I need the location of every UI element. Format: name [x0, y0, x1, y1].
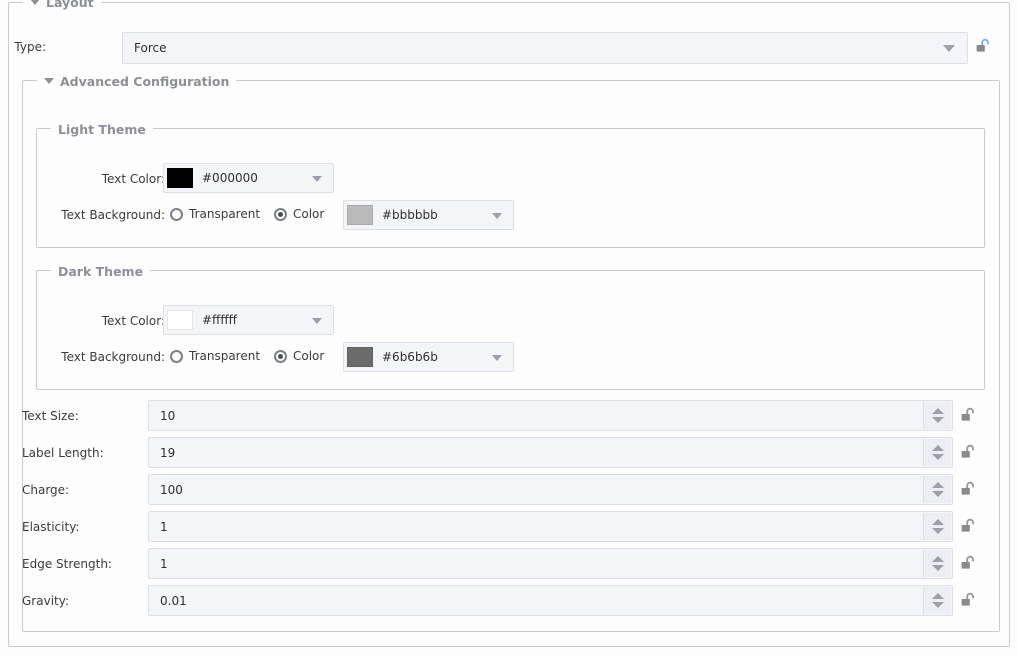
light-bg-transparent-radio[interactable]: Transparent	[170, 207, 260, 221]
dark-text-background-color-select[interactable]: #6b6b6b	[343, 342, 514, 372]
radio-unselected-icon	[170, 207, 183, 221]
charge-value: 100	[160, 482, 183, 497]
chevron-down-icon	[30, 0, 40, 5]
light-text-background-swatch	[347, 205, 373, 225]
layout-settings-panel: Layout Type: Force Advanced Configuratio…	[0, 0, 1018, 655]
light-theme-legend: Light Theme	[51, 121, 153, 137]
edge-strength-label: Edge Strength:	[22, 557, 112, 571]
spinner-up-down-icon[interactable]	[923, 550, 951, 577]
spinner-up-down-icon[interactable]	[923, 476, 951, 503]
spinner-up-icon[interactable]	[931, 519, 944, 525]
dark-theme-legend-label: Dark Theme	[58, 263, 144, 279]
chevron-down-icon[interactable]	[312, 176, 322, 182]
text-size-value: 10	[160, 408, 176, 423]
dark-bg-color-radio[interactable]: Color	[274, 349, 324, 363]
light-text-color-label: Text Color:	[101, 172, 165, 186]
elasticity-value: 1	[160, 519, 168, 534]
light-bg-transparent-label: Transparent	[189, 207, 261, 221]
spinner-down-icon[interactable]	[931, 417, 944, 423]
text-size-lock-toggle[interactable]	[959, 406, 977, 424]
spinner-up-down-icon[interactable]	[923, 587, 951, 614]
edge-strength-lock-toggle[interactable]	[959, 554, 977, 572]
spinner-up-icon[interactable]	[931, 482, 944, 488]
gravity-lock-toggle[interactable]	[959, 591, 977, 609]
text-size-label: Text Size:	[22, 409, 79, 423]
advanced-configuration-legend[interactable]: Advanced Configuration	[37, 73, 237, 89]
light-text-background-value: #bbbbbb	[382, 208, 438, 222]
elasticity-lock-toggle[interactable]	[959, 517, 977, 535]
dark-bg-transparent-radio[interactable]: Transparent	[170, 349, 260, 363]
edge-strength-value: 1	[160, 556, 168, 571]
dark-text-color-swatch	[167, 310, 193, 330]
charge-input[interactable]: 100	[148, 474, 953, 505]
dark-theme-legend: Dark Theme	[51, 263, 151, 279]
type-lock-toggle[interactable]	[974, 37, 992, 55]
light-bg-color-radio[interactable]: Color	[274, 207, 324, 221]
spinner-down-icon[interactable]	[931, 602, 944, 608]
gravity-label: Gravity:	[22, 594, 69, 608]
elasticity-label: Elasticity:	[22, 520, 80, 534]
light-theme-legend-label: Light Theme	[58, 121, 146, 137]
spinner-up-icon[interactable]	[931, 556, 944, 562]
edge-strength-input[interactable]: 1	[148, 548, 953, 579]
light-text-color-swatch	[167, 168, 193, 188]
label-length-lock-toggle[interactable]	[959, 443, 977, 461]
spinner-up-icon[interactable]	[931, 408, 944, 414]
spinner-down-icon[interactable]	[931, 491, 944, 497]
layout-group-legend-label: Layout	[46, 0, 94, 10]
chevron-down-icon	[44, 78, 54, 84]
spinner-up-down-icon[interactable]	[923, 439, 951, 466]
dark-text-color-label: Text Color:	[101, 314, 165, 328]
dark-text-color-value: #ffffff	[202, 313, 237, 327]
dark-text-background-swatch	[347, 347, 373, 367]
chevron-down-icon[interactable]	[943, 45, 955, 52]
label-length-label: Label Length:	[22, 446, 104, 460]
type-select[interactable]: Force	[122, 32, 968, 64]
advanced-configuration-legend-label: Advanced Configuration	[60, 73, 230, 89]
elasticity-input[interactable]: 1	[148, 511, 953, 542]
light-text-background-color-select[interactable]: #bbbbbb	[343, 200, 514, 230]
spinner-up-down-icon[interactable]	[923, 402, 951, 429]
label-length-value: 19	[160, 445, 176, 460]
chevron-down-icon[interactable]	[312, 318, 322, 324]
spinner-down-icon[interactable]	[931, 454, 944, 460]
radio-selected-icon	[274, 207, 287, 221]
radio-unselected-icon	[170, 349, 183, 363]
light-text-background-label: Text Background:	[61, 208, 165, 222]
gravity-input[interactable]: 0.01	[148, 585, 953, 616]
type-select-value: Force	[134, 41, 167, 55]
text-size-input[interactable]: 10	[148, 400, 953, 431]
spinner-up-down-icon[interactable]	[923, 513, 951, 540]
gravity-value: 0.01	[160, 593, 187, 608]
light-text-color-value: #000000	[202, 171, 258, 185]
type-label: Type:	[14, 40, 46, 54]
spinner-up-icon[interactable]	[931, 593, 944, 599]
light-bg-color-label: Color	[293, 207, 325, 221]
chevron-down-icon[interactable]	[492, 355, 502, 361]
dark-bg-transparent-label: Transparent	[189, 349, 261, 363]
spinner-down-icon[interactable]	[931, 565, 944, 571]
spinner-down-icon[interactable]	[931, 528, 944, 534]
dark-text-color-select[interactable]: #ffffff	[163, 305, 334, 335]
spinner-up-icon[interactable]	[931, 445, 944, 451]
charge-lock-toggle[interactable]	[959, 480, 977, 498]
dark-bg-color-label: Color	[293, 349, 325, 363]
label-length-input[interactable]: 19	[148, 437, 953, 468]
dark-text-background-value: #6b6b6b	[382, 350, 438, 364]
layout-group-legend[interactable]: Layout	[23, 0, 101, 10]
radio-selected-icon	[274, 349, 287, 363]
dark-text-background-label: Text Background:	[61, 350, 165, 364]
chevron-down-icon[interactable]	[492, 213, 502, 219]
charge-label: Charge:	[22, 483, 70, 497]
light-text-color-select[interactable]: #000000	[163, 163, 334, 193]
